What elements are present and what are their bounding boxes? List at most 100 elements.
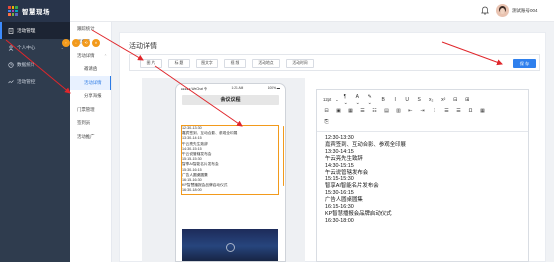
submenu-item-label: 活动详情 (77, 52, 95, 58)
logo-tile (8, 6, 11, 9)
insert-tool-icon[interactable]: ☷ (371, 107, 378, 114)
sidebar-item-label: 活动管控 (17, 78, 36, 84)
submenu-item-ticket-management[interactable]: 门票管理 (70, 103, 111, 117)
editor-line: 14:30-15:15 (325, 162, 354, 169)
add-image-button[interactable]: 图 片 (140, 59, 162, 68)
editor-line: 午云说管辖发布会 (325, 169, 369, 176)
editor-toolbar: 12pt ⌄ ¶ ⌄ A ⌄ ✎ ⌄ B I U Sx₂ x² ⊟ ⊞ ⊟ ▣ ▦ ☰ ☷ ▤ ▥ ⇤ ⇥ ⫶ ☰ ☰ Ω ▦… (317, 90, 528, 132)
submenu-item-activity-details-group[interactable]: 活动详情 ⌃ (70, 49, 111, 63)
submenu-item-label: 邀请函 (84, 66, 98, 72)
format-tool-icon[interactable]: ¶ ⌄ (344, 94, 351, 106)
insert-tool-icon[interactable]: ▥ (395, 107, 402, 114)
editor-line: 16:15-16:30 (325, 204, 354, 211)
component-toolbar: 图 片 标 题 图文字 视 频 活动地点 活动时间 保 存 (129, 54, 540, 71)
secondary-menu: 跟踪统计 优惠券 活动详情⌃ 邀请函 活动详情 分享海报 门票管理 签到员 活动… (70, 22, 112, 262)
sidebar-item-data-statistics[interactable]: 数据统计 (0, 56, 70, 73)
insert-tool-icon[interactable]: ⫶ (431, 107, 438, 114)
meeting-title: 会议议程 (182, 95, 279, 105)
format-tool-icon[interactable]: B (380, 96, 387, 103)
phone-carrier: ●●●●● WeChat 令 (181, 86, 208, 91)
move-up-icon[interactable]: ↑ (62, 39, 70, 47)
logo-tile (11, 13, 15, 16)
insert-tool-icon[interactable]: ☰ (455, 107, 462, 114)
save-button[interactable]: 保 存 (513, 59, 536, 68)
format-tool-icon[interactable]: U (404, 96, 411, 103)
insert-tool-icon[interactable]: ⇤ (407, 107, 414, 114)
sidebar-item-personal-center[interactable]: 个人中心 ⌄ (0, 39, 70, 56)
submenu-item-label: 跟踪统计 (77, 25, 95, 31)
chevron-down-icon: ⌄ (335, 97, 339, 102)
submenu-item-label: 分享海报 (84, 93, 102, 99)
submenu-item-label: 门票管理 (77, 106, 95, 112)
format-tool-icon[interactable]: A ⌄ (356, 94, 363, 106)
control-icon (8, 79, 14, 85)
insert-tool-icon[interactable]: Ω (467, 107, 474, 114)
font-size-value: 12pt (323, 97, 332, 102)
brand: 智慧现场 (0, 0, 70, 22)
font-size-select[interactable]: 12pt ⌄ (323, 97, 339, 102)
submenu-item-label: 活动详情 (84, 79, 102, 85)
paste-tool-icon[interactable]: ⎘ (323, 118, 330, 125)
add-video-button[interactable]: 视 频 (224, 59, 246, 68)
main-sidebar: 智慧现场 活动管理 个人中心 ⌄ 数据统计 活动管控 (0, 0, 70, 262)
person-icon (8, 44, 14, 51)
chart-icon (8, 61, 14, 68)
format-tool-icon[interactable]: x₂ (428, 96, 435, 103)
logo-tile (8, 13, 11, 16)
format-tool-icon[interactable]: ⊞ (464, 96, 471, 103)
editor-line: 13:30-14:15 (325, 148, 354, 155)
logo-tile (8, 9, 11, 13)
insert-tool-icon[interactable]: ⊟ (323, 107, 330, 114)
submenu-item-activity-details[interactable]: 活动详情 (70, 76, 111, 90)
submenu-item-promotion[interactable]: 活动推广 (70, 130, 111, 144)
add-image-text-button[interactable]: 图文字 (196, 59, 218, 68)
edit-icon[interactable]: ⟲ (82, 39, 90, 47)
sidebar-item-label: 活动管理 (17, 27, 36, 33)
sidebar-item-activity-control[interactable]: 活动管控 (0, 73, 70, 90)
editor-content[interactable]: 12:30-13:30 嘉宾签到、互动合影、参观全印展 13:30-14:15 午云亮… (317, 132, 528, 228)
username[interactable]: 测试账号004 (512, 8, 538, 14)
format-tool-icon[interactable]: ✎ ⌄ (368, 94, 375, 106)
bell-icon[interactable] (481, 6, 489, 15)
video-thumbnail[interactable] (182, 229, 278, 261)
insert-tool-icon[interactable]: ▦ (347, 107, 354, 114)
editor-line: 午云亮先生致辞 (325, 155, 363, 162)
format-tool-icon[interactable]: ⊟ (452, 96, 459, 103)
add-heading-button[interactable]: 标 题 (168, 59, 190, 68)
avatar[interactable] (496, 4, 509, 17)
format-tool-icon[interactable]: x² (440, 96, 447, 103)
brand-name: 智慧现场 (22, 9, 50, 16)
submenu-item-invitation[interactable]: 邀请函 (70, 63, 111, 77)
add-time-button[interactable]: 活动时间 (286, 59, 314, 68)
delete-icon[interactable]: ✕ (92, 39, 100, 47)
sidebar-item-activity-management[interactable]: 活动管理 (0, 22, 70, 39)
insert-tool-icon[interactable]: ▣ (335, 107, 342, 114)
insert-tool-icon[interactable]: ▤ (383, 107, 390, 114)
logo-tile (15, 6, 18, 9)
scrollbar[interactable] (282, 126, 284, 186)
brand-logo-icon (8, 6, 18, 16)
rich-text-editor: 12pt ⌄ ¶ ⌄ A ⌄ ✎ ⌄ B I U Sx₂ x² ⊟ ⊞ ⊟ ▣ ▦ ☰ ☷ ▤ ▥ ⇤ ⇥ ⫶ ☰ ☰ Ω ▦… (316, 89, 529, 262)
logo-tile (11, 6, 15, 9)
chevron-up-icon: ⌃ (103, 53, 107, 58)
logo-tile (15, 13, 18, 16)
agenda-text-block[interactable]: 12:30-13:30 嘉宾签到、互动合影、参观全印展 13:30-14:15 午云亮… (181, 125, 279, 195)
editor-line: 16:30-18:00 (325, 217, 354, 224)
phone-battery: 100% ▬ (267, 86, 280, 90)
submenu-item-tracking-stats[interactable]: 跟踪统计 (70, 22, 111, 36)
page-title: 活动详情 (129, 43, 157, 50)
document-icon (8, 27, 14, 34)
submenu-item-check-in-staff[interactable]: 签到员 (70, 117, 111, 131)
insert-tool-icon[interactable]: ☰ (359, 107, 366, 114)
submenu-item-share-poster[interactable]: 分享海报 (70, 90, 111, 104)
insert-tool-icon[interactable]: ⇥ (419, 107, 426, 114)
add-location-button[interactable]: 活动地点 (252, 59, 280, 68)
format-tool-icon[interactable]: I (392, 96, 399, 103)
insert-tool-icon[interactable]: ☰ (443, 107, 450, 114)
insert-tool-icon[interactable]: ▦ (479, 107, 486, 114)
move-down-icon[interactable]: ↓ (72, 39, 80, 47)
sidebar-item-label: 数据统计 (17, 61, 36, 67)
editor-line: KP智慧播报会品牌启动仪式 (325, 210, 392, 217)
format-tool-icon[interactable]: S (416, 96, 423, 103)
logo-tile (11, 9, 15, 13)
